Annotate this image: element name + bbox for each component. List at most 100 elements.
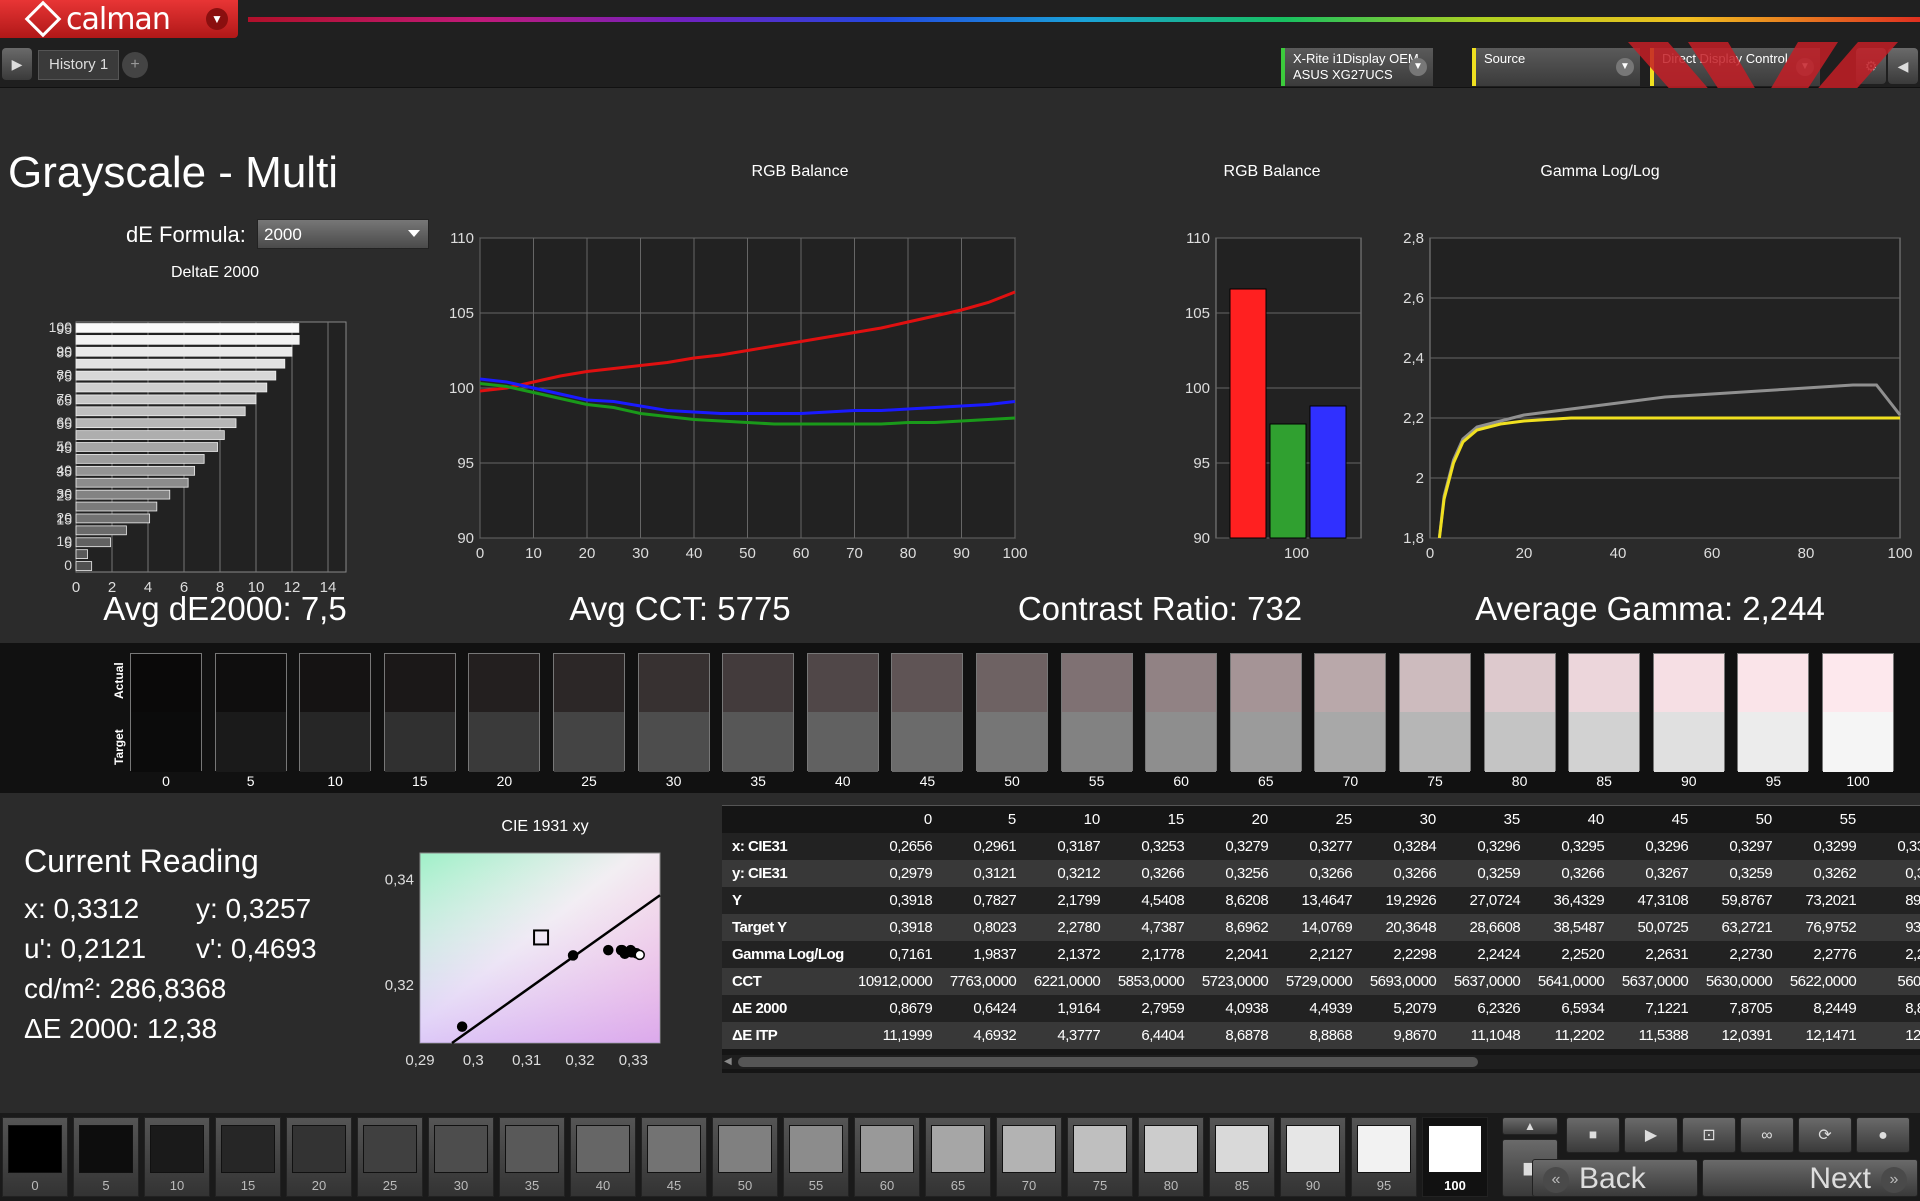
x-tick-label: 20 — [1516, 545, 1533, 562]
scroll-left-icon[interactable]: ◀ — [724, 1056, 732, 1067]
continuous-read-button[interactable]: ∞ — [1740, 1117, 1794, 1153]
swatch-pair[interactable] — [1229, 653, 1302, 772]
swatch-pair[interactable] — [1314, 653, 1387, 772]
scrollbar-thumb[interactable] — [738, 1057, 1478, 1067]
patch-button[interactable]: 40 — [570, 1117, 636, 1197]
actual-swatch — [1315, 654, 1386, 712]
de-formula-value: 2000 — [264, 225, 302, 244]
rgb-balance-line-chart: 90 95 100 105 110 0 10 20 30 40 50 60 70 80 90 100 — [449, 230, 1028, 562]
meter-device-selector[interactable]: X-Rite i1Display OEM ASUS XG27UCS ▼ — [1281, 48, 1433, 86]
patch-button[interactable]: 100 — [1422, 1117, 1488, 1197]
de-formula-dropdown[interactable]: 2000 — [257, 219, 429, 249]
column-header: 25 — [1335, 811, 1353, 828]
table-horizontal-scrollbar[interactable]: ◀ — [722, 1055, 1920, 1069]
table-row: Gamma Log/Log 0,7161 1,9837 2,1372 2,1778 2,2… — [722, 941, 1920, 968]
calman-logo-menu[interactable]: calman ▼ — [0, 0, 238, 38]
swatch-pair[interactable] — [1652, 653, 1725, 772]
patch-button[interactable]: 90 — [1280, 1117, 1346, 1197]
add-history-button[interactable]: + — [122, 52, 148, 78]
table-cell: 36,4329 — [1553, 892, 1605, 909]
swatch-pair[interactable] — [1399, 653, 1471, 772]
swatch-pair[interactable] — [553, 653, 625, 772]
patch-button[interactable]: 5 — [73, 1117, 139, 1197]
patch-button[interactable]: 85 — [1209, 1117, 1275, 1197]
patch-button[interactable]: 30 — [428, 1117, 494, 1197]
chevron-down-icon[interactable]: ▼ — [206, 8, 228, 30]
x-tick-label: 40 — [686, 545, 703, 562]
patch-button[interactable]: 70 — [996, 1117, 1062, 1197]
column-header: 30 — [1419, 811, 1437, 828]
back-button[interactable]: « Back — [1532, 1159, 1698, 1197]
calman-window: calman ▼ ▶ History 1 + X-Rite i1Display … — [0, 0, 1920, 1201]
patch-button[interactable]: 45 — [641, 1117, 707, 1197]
table-cell: 4,0938 — [1225, 1000, 1269, 1017]
swatch-pair[interactable] — [1483, 653, 1556, 772]
patch-button[interactable]: 25 — [357, 1117, 423, 1197]
patch-level-label: 65 — [950, 1178, 966, 1193]
de-bar — [75, 406, 246, 417]
swatch-pair[interactable] — [130, 653, 202, 772]
table-cell: 93,49 — [1905, 919, 1920, 936]
stop-button[interactable]: ⏹ — [1566, 1117, 1620, 1153]
scroll-up-button[interactable]: ▲ — [1502, 1117, 1558, 1135]
patch-level-label: 50 — [737, 1178, 753, 1193]
patch-button[interactable]: 15 — [215, 1117, 281, 1197]
single-read-button[interactable]: ⊡ — [1682, 1117, 1736, 1153]
swatch-pair[interactable] — [383, 653, 456, 772]
patch-button[interactable]: 75 — [1067, 1117, 1133, 1197]
patch-button[interactable]: 50 — [712, 1117, 778, 1197]
table-cell: 4,5408 — [1141, 892, 1185, 909]
swatch-pair[interactable] — [891, 653, 964, 772]
source-selector[interactable]: Source ▼ — [1472, 48, 1640, 86]
swatch-pair[interactable] — [468, 653, 541, 772]
target-swatch — [1653, 712, 1724, 772]
swatch-pair[interactable] — [722, 653, 795, 772]
de-bar — [75, 561, 93, 571]
swatch-pair[interactable] — [1145, 653, 1218, 772]
swatch-pair[interactable] — [1060, 653, 1133, 772]
swatch-pair[interactable] — [299, 653, 372, 772]
table-cell: 1,9837 — [973, 946, 1017, 963]
refresh-button[interactable]: ⟳ — [1798, 1117, 1852, 1153]
y-tick-label: 0 — [64, 557, 72, 573]
patch-button[interactable]: 55 — [783, 1117, 849, 1197]
next-button[interactable]: Next » — [1702, 1159, 1918, 1197]
patch-button[interactable]: 20 — [286, 1117, 352, 1197]
patch-button[interactable]: 65 — [925, 1117, 991, 1197]
calman-diamond-icon — [24, 0, 62, 38]
swatch-pair[interactable] — [976, 653, 1048, 772]
patch-button[interactable]: 10 — [144, 1117, 210, 1197]
play-button[interactable]: ▶ — [1624, 1117, 1678, 1153]
current-reading-title: Current Reading — [24, 843, 259, 879]
table-cell: 14,0769 — [1301, 919, 1353, 936]
patch-button[interactable]: 35 — [499, 1117, 565, 1197]
history-play-button[interactable]: ▶ — [2, 48, 32, 80]
swatch-pair[interactable] — [806, 653, 879, 772]
history-tab[interactable]: History 1 — [38, 50, 120, 80]
gamma-line-chart: 1,8 2 2,2 2,4 2,6 2,8 0 20 40 60 80 100 — [1403, 230, 1912, 562]
patch-button[interactable]: 60 — [854, 1117, 920, 1197]
swatch-pair[interactable] — [1568, 653, 1641, 772]
swatch-pair[interactable] — [1737, 653, 1810, 772]
table-cell: 11,2202 — [1554, 1027, 1605, 1044]
swatch-pair[interactable] — [637, 653, 710, 772]
patch-button[interactable]: 0 — [2, 1117, 68, 1197]
de-bar — [75, 370, 277, 381]
patch-button[interactable]: 80 — [1138, 1117, 1204, 1197]
target-swatch — [1230, 712, 1301, 772]
table-cell: 0,3277 — [1309, 838, 1353, 855]
table-cell: 38,5487 — [1553, 919, 1605, 936]
actual-swatch — [1484, 654, 1555, 712]
x-tick-label: 100 — [1284, 545, 1309, 562]
patch-button[interactable]: 95 — [1351, 1117, 1417, 1197]
x-tick-label: 100 — [1887, 545, 1912, 562]
row-header: Y — [732, 892, 742, 909]
options-button[interactable]: ● — [1856, 1117, 1910, 1153]
bottom-panel: Current Reading x: 0,3312 y: 0,3257 u': … — [0, 793, 1920, 1113]
patch-color — [576, 1125, 630, 1173]
swatch-pair[interactable] — [1822, 653, 1894, 772]
swatch-level-label: 20 — [496, 773, 513, 789]
swatch-pair[interactable] — [214, 653, 287, 772]
column-header: 35 — [1503, 811, 1521, 828]
target-swatch — [1569, 712, 1640, 772]
